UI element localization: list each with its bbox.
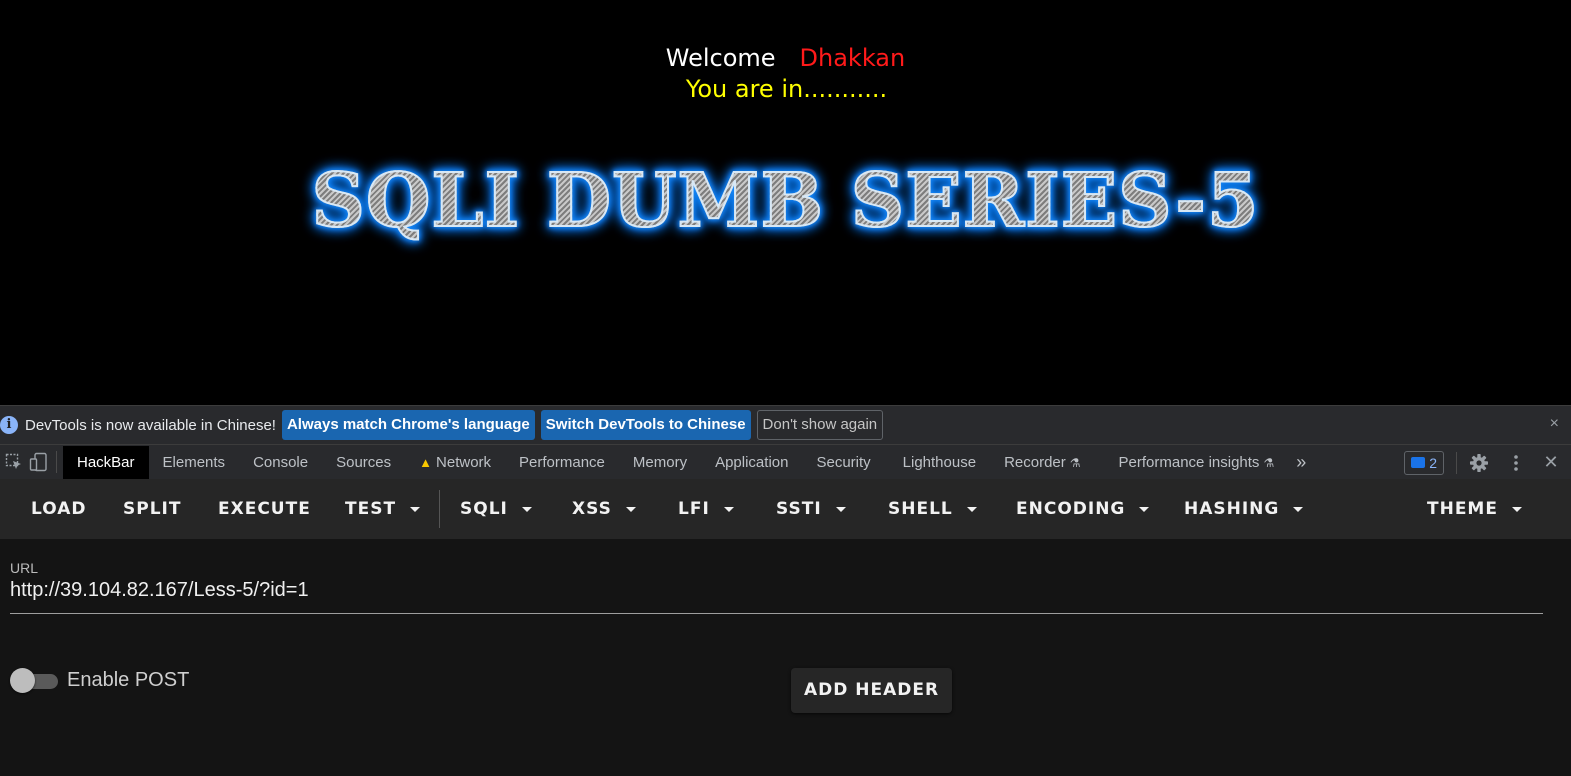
add-header-button[interactable]: ADD HEADER	[791, 668, 952, 713]
dropdown-caret-icon	[835, 506, 846, 512]
dont-show-again-button[interactable]: Don't show again	[756, 410, 884, 440]
tab-application[interactable]: Application	[701, 446, 802, 479]
toolbar-divider	[56, 451, 57, 473]
login-status-text: You are in...........	[685, 75, 888, 103]
sqli-menu-label: SQLI	[460, 499, 508, 519]
tab-performance-insights[interactable]: Performance insights ⚗	[1105, 446, 1289, 479]
infobar-close-icon[interactable]: ×	[1550, 415, 1559, 433]
toolbar-divider	[1456, 451, 1457, 474]
split-button[interactable]: SPLIT	[123, 499, 181, 519]
encoding-menu-button[interactable]: ENCODING	[1016, 499, 1150, 519]
tab-lighthouse[interactable]: Lighthouse	[889, 446, 990, 479]
execute-button[interactable]: EXECUTE	[218, 499, 311, 519]
lfi-menu-label: LFI	[678, 499, 710, 519]
issues-chat-icon	[1411, 457, 1426, 468]
test-menu-button[interactable]: TEST	[345, 499, 421, 519]
dropdown-caret-icon	[1511, 506, 1522, 512]
dropdown-caret-icon	[1293, 506, 1304, 512]
issues-counter-button[interactable]: 2	[1404, 450, 1444, 475]
dropdown-caret-icon	[723, 506, 734, 512]
encoding-menu-label: ENCODING	[1016, 499, 1126, 519]
split-button-label: SPLIT	[123, 499, 182, 519]
enable-post-toggle[interactable]	[10, 667, 58, 695]
devtools-language-infobar: i DevTools is now available in Chinese! …	[0, 405, 1571, 444]
tab-performance-insights-label: Performance insights	[1118, 453, 1260, 471]
tab-recorder-label: Recorder	[1004, 453, 1066, 471]
experiment-flask-icon: ⚗	[1263, 455, 1275, 470]
username-text: Dhakkan	[799, 44, 906, 72]
welcome-text: Welcome	[665, 44, 776, 72]
page-viewport: Welcome Dhakkan You are in........... SQL…	[0, 0, 1571, 405]
shell-menu-label: SHELL	[888, 499, 953, 519]
xss-menu-label: XSS	[572, 499, 612, 519]
execute-button-label: EXECUTE	[218, 499, 311, 519]
ssti-menu-button[interactable]: SSTI	[776, 499, 846, 519]
infobar-message: DevTools is now available in Chinese!	[25, 416, 276, 434]
always-match-language-button[interactable]: Always match Chrome's language	[281, 410, 535, 440]
sqli-menu-button[interactable]: SQLI	[460, 499, 532, 519]
tab-network[interactable]: ▲ Network	[405, 446, 505, 479]
hackbar-panel: URL http://39.104.82.167/Less-5/?id=1 En…	[0, 539, 1571, 776]
dropdown-caret-icon	[625, 506, 636, 512]
hashing-menu-label: HASHING	[1184, 499, 1280, 519]
theme-menu-button[interactable]: THEME	[1427, 499, 1522, 519]
banner-title-text: SQLI DUMB SERIES-5	[311, 157, 1260, 245]
shell-menu-button[interactable]: SHELL	[888, 499, 977, 519]
tab-sources[interactable]: Sources	[322, 446, 405, 479]
tab-security[interactable]: Security	[802, 446, 884, 479]
tab-recorder[interactable]: Recorder ⚗	[990, 446, 1094, 479]
theme-menu-label: THEME	[1427, 499, 1498, 519]
lfi-menu-button[interactable]: LFI	[678, 499, 734, 519]
tab-hackbar[interactable]: HackBar	[63, 445, 149, 479]
test-menu-label: TEST	[345, 499, 397, 519]
xss-menu-button[interactable]: XSS	[572, 499, 636, 519]
hackbar-toolbar: LOAD SPLIT EXECUTE TEST SQLI XSS LFI SST…	[0, 479, 1571, 539]
device-toolbar-icon[interactable]	[28, 451, 50, 473]
ssti-menu-label: SSTI	[776, 499, 822, 519]
switch-to-chinese-button[interactable]: Switch DevTools to Chinese	[540, 410, 751, 440]
enable-post-label: Enable POST	[67, 669, 190, 691]
toggle-knob	[10, 668, 35, 693]
url-field-label: URL	[10, 560, 39, 576]
tab-network-label: Network	[436, 453, 492, 471]
devtools-toolbar-right: 2 ✕	[1404, 445, 1571, 480]
inspect-element-icon[interactable]	[3, 451, 25, 473]
info-icon: i	[0, 416, 18, 434]
warning-icon: ▲	[419, 454, 433, 470]
settings-gear-icon[interactable]	[1468, 452, 1490, 474]
experiment-flask-icon: ⚗	[1069, 455, 1081, 470]
load-button-label: LOAD	[31, 499, 87, 519]
more-options-kebab-icon[interactable]	[1505, 452, 1527, 474]
dropdown-caret-icon	[1139, 506, 1150, 512]
banner-title: SQLI DUMB SERIES-5	[0, 157, 1571, 245]
tab-console[interactable]: Console	[239, 446, 322, 479]
tab-performance[interactable]: Performance	[505, 446, 619, 479]
dropdown-caret-icon	[410, 506, 421, 512]
toolbar-divider	[439, 490, 440, 528]
welcome-line: Welcome Dhakkan	[0, 44, 1571, 72]
dropdown-caret-icon	[521, 506, 532, 512]
devtools-tab-bar: HackBar Elements Console Sources ▲ Networ…	[0, 444, 1571, 479]
tab-elements[interactable]: Elements	[149, 446, 240, 479]
more-tabs-icon[interactable]: »	[1288, 446, 1314, 479]
load-button[interactable]: LOAD	[31, 499, 87, 519]
issues-count: 2	[1429, 454, 1437, 471]
hashing-menu-button[interactable]: HASHING	[1184, 499, 1304, 519]
tab-memory[interactable]: Memory	[619, 446, 701, 479]
dropdown-caret-icon	[966, 506, 977, 512]
devtools-close-icon[interactable]: ✕	[1540, 452, 1562, 474]
url-input-underline	[10, 613, 1543, 614]
url-input[interactable]: http://39.104.82.167/Less-5/?id=1	[10, 579, 309, 602]
